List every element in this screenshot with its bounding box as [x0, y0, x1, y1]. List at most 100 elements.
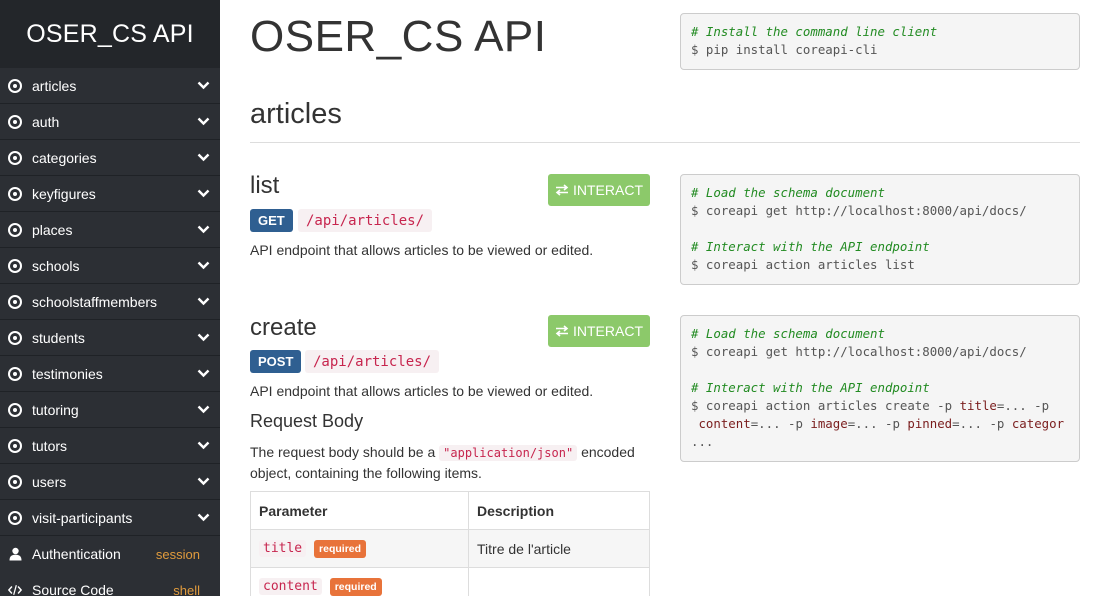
chevron-down-icon[interactable] [196, 187, 210, 201]
endpoint-description-create: API endpoint that allows articles to be … [250, 383, 594, 399]
circle-icon [8, 438, 22, 453]
table-row: content required [250, 567, 650, 596]
page-title: OSER_CS API [250, 12, 547, 61]
sidebar-item-places[interactable]: places [0, 212, 220, 248]
code-param: categor [1011, 416, 1065, 431]
circle-icon [8, 474, 22, 489]
code-block-list: # Load the schema document $ coreapi get… [680, 174, 1080, 285]
endpoint-title-create: create [250, 314, 317, 341]
chevron-down-icon[interactable] [196, 115, 210, 129]
code-block-create: # Load the schema document $ coreapi get… [680, 315, 1080, 462]
endpoint-description-list: API endpoint that allows articles to be … [250, 242, 594, 258]
circle-icon [8, 150, 22, 165]
chevron-down-icon[interactable] [196, 403, 210, 417]
code-command: ... [691, 434, 714, 449]
sidebar: OSER_CS API articles auth categories keyfig… [0, 0, 220, 596]
source-code-value[interactable]: shell [173, 583, 200, 596]
interact-button-list[interactable]: INTERACT [548, 174, 650, 206]
sidebar-item-schools[interactable]: schools [0, 248, 220, 284]
sidebar-item-tutoring[interactable]: tutoring [0, 392, 220, 428]
code-command: $ coreapi action articles create -p [691, 398, 960, 413]
circle-icon [8, 78, 22, 93]
chevron-down-icon[interactable] [196, 331, 210, 345]
sidebar-item-categories[interactable]: categories [0, 140, 220, 176]
sidebar-brand[interactable]: OSER_CS API [0, 0, 220, 68]
sidebar-item-label: categories [32, 149, 97, 166]
sidebar-item-students[interactable]: students [0, 320, 220, 356]
interact-label: INTERACT [573, 182, 643, 198]
code-param: content [698, 416, 751, 431]
chevron-down-icon[interactable] [196, 223, 210, 237]
sidebar-item-schoolstaffmembers[interactable]: schoolstaffmembers [0, 284, 220, 320]
endpoint-title-list: list [250, 172, 280, 199]
main-content: OSER_CS API # Install the command line c… [250, 0, 1080, 596]
endpoint-path-list: /api/articles/ [298, 209, 433, 232]
method-badge-post: POST [250, 350, 302, 373]
method-badge-get: GET [250, 209, 293, 232]
chevron-down-icon[interactable] [196, 439, 210, 453]
interact-button-create[interactable]: INTERACT [548, 315, 650, 347]
user-icon [8, 547, 22, 561]
code-command: =... -p [996, 398, 1050, 413]
sidebar-item-label: schoolstaffmembers [32, 293, 158, 310]
sidebar-item-label: visit-participants [32, 509, 133, 526]
code-command: $ pip install coreapi-cli [691, 42, 878, 57]
circle-icon [8, 294, 22, 309]
sidebar-item-label: students [32, 329, 85, 346]
sidebar-item-visit-participants[interactable]: visit-participants [0, 500, 220, 536]
required-badge: required [329, 577, 382, 596]
request-body-text: The request body should be a "applicatio… [250, 442, 660, 483]
chevron-down-icon[interactable] [196, 295, 210, 309]
code-param: pinned [907, 416, 953, 431]
chevron-down-icon[interactable] [196, 79, 210, 93]
circle-icon [8, 222, 22, 237]
sidebar-item-label: users [32, 473, 67, 490]
sidebar-item-label: tutors [32, 437, 68, 454]
code-command: =... -p [750, 416, 811, 431]
sidebar-item-label: places [32, 221, 73, 238]
code-command: $ coreapi get http://localhost:8000/api/… [691, 344, 1027, 359]
parameters-table: Parameter Description title required Tit… [250, 491, 650, 596]
endpoint-path-create: /api/articles/ [305, 350, 440, 373]
section-title: articles [250, 98, 342, 130]
sidebar-item-tutors[interactable]: tutors [0, 428, 220, 464]
param-cell: content required [250, 567, 469, 596]
content-type: "application/json" [439, 445, 578, 461]
chevron-down-icon[interactable] [196, 475, 210, 489]
request-body-title: Request Body [250, 411, 364, 431]
request-body-text-before: The request body should be a [250, 444, 440, 460]
chevron-down-icon[interactable] [196, 367, 210, 381]
circle-icon [8, 366, 22, 381]
install-code-block: # Install the command line client $ pip … [680, 13, 1080, 70]
chevron-down-icon[interactable] [196, 511, 210, 525]
code-param: image [810, 416, 848, 431]
sidebar-item-articles[interactable]: articles [0, 68, 220, 104]
param-name: content [259, 578, 322, 596]
code-icon [8, 584, 22, 596]
sidebar-item-label: tutoring [32, 401, 79, 418]
sidebar-item-keyfigures[interactable]: keyfigures [0, 176, 220, 212]
code-command: $ coreapi get http://localhost:8000/api/… [691, 203, 1027, 218]
sidebar-item-label: auth [32, 113, 60, 130]
sidebar-item-testimonies[interactable]: testimonies [0, 356, 220, 392]
code-comment: # Interact with the API endpoint [691, 239, 930, 254]
code-command: =... -p [847, 416, 908, 431]
authentication-label: Authentication [32, 546, 121, 562]
code-comment: # Install the command line client [691, 24, 938, 39]
sidebar-source-code[interactable]: Source Code shell [0, 572, 220, 596]
chevron-down-icon[interactable] [196, 259, 210, 273]
circle-icon [8, 114, 22, 129]
sidebar-item-label: schools [32, 257, 80, 274]
sidebar-item-auth[interactable]: auth [0, 104, 220, 140]
circle-icon [8, 258, 22, 273]
code-command: =... -p [952, 416, 1012, 431]
sidebar-authentication[interactable]: Authentication session [0, 536, 220, 572]
code-comment: # Load the schema document [691, 185, 885, 200]
chevron-down-icon[interactable] [196, 151, 210, 165]
authentication-value[interactable]: session [156, 547, 200, 562]
circle-icon [8, 330, 22, 345]
code-param: title [959, 398, 997, 413]
sidebar-item-users[interactable]: users [0, 464, 220, 500]
sidebar-nav: articles auth categories keyfigures places sc… [0, 68, 220, 536]
swap-icon [555, 184, 569, 196]
